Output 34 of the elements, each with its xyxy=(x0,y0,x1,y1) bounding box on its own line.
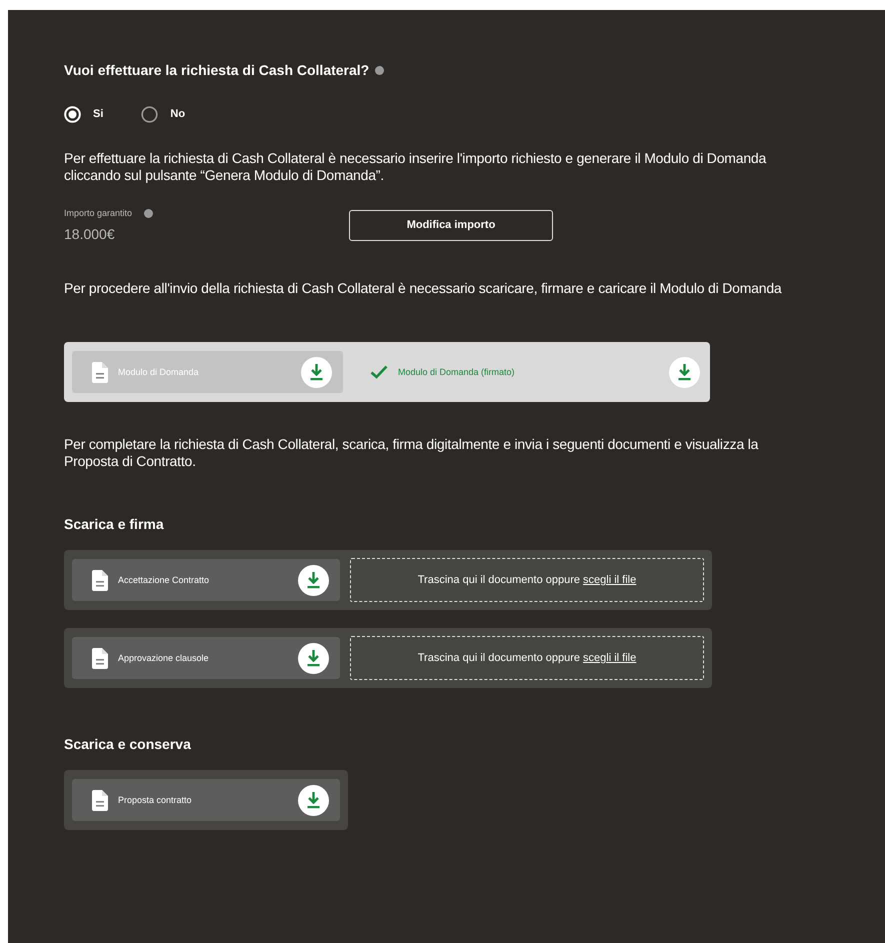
download-button[interactable] xyxy=(301,356,332,388)
intro-text: Per effettuare la richiesta di Cash Collateral è necessario inserire l'importo richiesto e generare il Modulo di Domanda cliccando sul pulsante “Genera Modulo di Domanda”. xyxy=(64,150,768,184)
document-label: Modulo di Domanda xyxy=(118,367,200,377)
upload-instructions: Per procedere all'invio della richiesta di Cash Collateral è necessario scaricare, firmare e caricare il Modulo di Domanda xyxy=(64,280,783,297)
document-label: Proposta contratto xyxy=(118,795,193,805)
dropzone-text: Trascina qui il documento oppure scegli il file xyxy=(418,574,636,586)
info-icon[interactable] xyxy=(144,208,154,218)
upload-dropzone[interactable]: Trascina qui il documento oppure scegli il file xyxy=(350,636,704,680)
question-title: Vuoi effettuare la richiesta di Cash Collateral? xyxy=(64,62,370,78)
info-icon[interactable] xyxy=(375,66,384,74)
radio-option[interactable]: No xyxy=(141,106,186,122)
document-icon xyxy=(92,570,108,590)
upload-dropzone[interactable]: Trascina qui il documento oppure scegli il file xyxy=(350,558,704,602)
download-button[interactable] xyxy=(298,642,329,674)
dropzone-text: Trascina qui il documento oppure scegli il file xyxy=(418,652,636,664)
document-label: Accettazione Contratto xyxy=(118,575,210,585)
amount-value: 18.000€ xyxy=(64,226,116,242)
document-icon xyxy=(92,362,108,382)
document-label: Approvazione clausole xyxy=(118,653,210,663)
edit-amount-button[interactable]: Modifica importo xyxy=(349,210,553,240)
download-button[interactable] xyxy=(669,356,700,388)
section-title: Scarica e firma xyxy=(64,515,165,534)
download-button[interactable] xyxy=(298,564,329,596)
signed-document-label: Modulo di Domanda (firmato) xyxy=(398,367,516,377)
document-icon xyxy=(92,790,108,810)
check-icon xyxy=(370,365,388,379)
radio-option[interactable]: Si xyxy=(64,106,104,122)
complete-instructions: Per completare la richiesta di Cash Collateral, scarica, firma digitalmente e invia i seguenti documenti e visualizza la Proposta di Contratto. xyxy=(64,436,760,470)
document-icon xyxy=(92,648,108,668)
section-title: Scarica e conserva xyxy=(64,735,192,754)
choose-file-link[interactable]: scegli il file xyxy=(583,574,636,586)
download-button[interactable] xyxy=(298,784,329,816)
choose-file-link[interactable]: scegli il file xyxy=(583,652,636,664)
amount-label: Importo garantito xyxy=(64,208,132,218)
